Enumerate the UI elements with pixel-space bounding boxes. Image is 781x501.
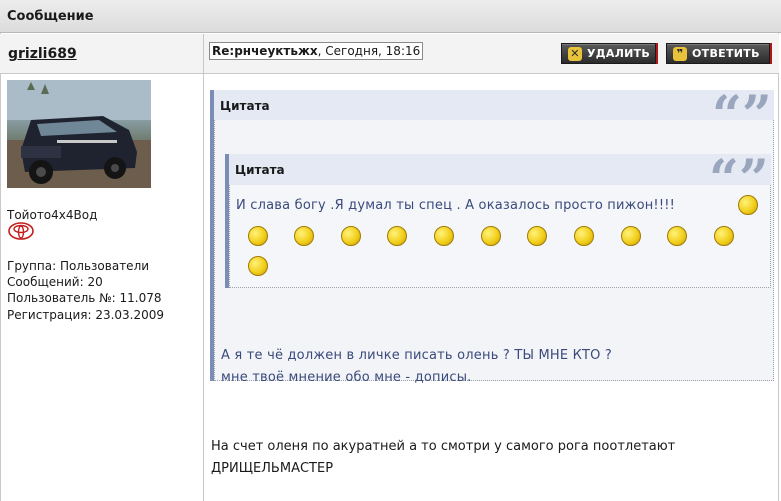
post-title[interactable]: Re:рнчеуктьжх, Сегодня, 18:16 [209,42,424,60]
post-body-line-2: ДРИЩЕЛЬМАСТЕР [211,461,334,476]
smiley-icon [387,226,407,246]
outer-quote-header: Цитата “” [214,90,774,142]
post-title-subject: рнчеуктьжх [234,44,318,58]
author-user-number: Пользователь №: 11.078 [7,291,162,305]
toyota-logo-icon [8,222,34,240]
author-registration-date: Регистрация: 23.03.2009 [7,308,165,322]
author-message-count: Сообщений: 20 [7,275,103,289]
post-body-line-1: На счет оленя по акуратней а то смотри у… [211,439,676,454]
outer-quote-label: Цитата [220,99,270,113]
smiley-icon [738,195,758,215]
author-username-link[interactable]: grizli689 [8,46,77,62]
smiley-icon [574,226,594,246]
smiley-icon [621,226,641,246]
reply-button-label: ОТВЕТИТЬ [692,47,760,60]
post-title-prefix: Re: [212,44,235,58]
close-icon: ✕ [568,46,582,61]
post-header-bar: Сообщение [0,0,781,33]
smiley-icon [248,256,268,276]
delete-button[interactable]: ✕ УДАЛИТЬ [561,43,656,64]
quote-icon: ❞ [673,46,687,61]
reply-button[interactable]: ❞ ОТВЕТИТЬ [666,43,770,64]
outer-quote-body: Цитата “” И слава богу .Я думал ты спец … [214,120,774,385]
author-car-label: Тойото4х4Вод [7,208,98,222]
author-group: Группа: Пользователи [7,259,150,273]
inner-quote-body: И слава богу .Я думал ты спец . А оказал… [229,185,771,288]
outer-quote-reply-line-1: А я те чё должен в личке писать олень ? … [221,348,613,363]
avatar-car-image [7,80,151,188]
smiley-icon [481,226,501,246]
inner-quote-header: Цитата “” [229,154,771,206]
inner-quote-block: Цитата “” И слава богу .Я думал ты спец … [225,154,771,288]
avatar[interactable] [7,80,151,188]
inner-quote-label: Цитата [235,163,285,177]
inner-quote-text: И слава богу .Я думал ты спец . А оказал… [236,198,676,213]
post-timestamp: , Сегодня, 18:16 [317,44,421,58]
smiley-icon [434,226,454,246]
outer-quote-reply-line-2: мне твоё мнение обо мне - дописы. [221,370,472,385]
post-content: Цитата “” Цитата “” И слава богу .Я дума… [205,74,779,501]
outer-quote-block: Цитата “” Цитата “” И слава богу .Я дума… [210,90,774,385]
author-header: grizli689 [0,34,204,74]
smiley-icon [294,226,314,246]
smiley-icon [527,226,547,246]
smiley-icon [714,226,734,246]
delete-button-label: УДАЛИТЬ [587,47,651,60]
smiley-icon [248,226,268,246]
post-meta-header: Re:рнчеуктьжх, Сегодня, 18:16 ✕ УДАЛИТЬ … [204,34,779,74]
smiley-icon [341,226,361,246]
author-sidebar: Тойото4х4Вод Группа: Пользователи Сообще… [0,74,204,501]
smiley-icon [667,226,687,246]
window-title: Сообщение [7,9,94,24]
